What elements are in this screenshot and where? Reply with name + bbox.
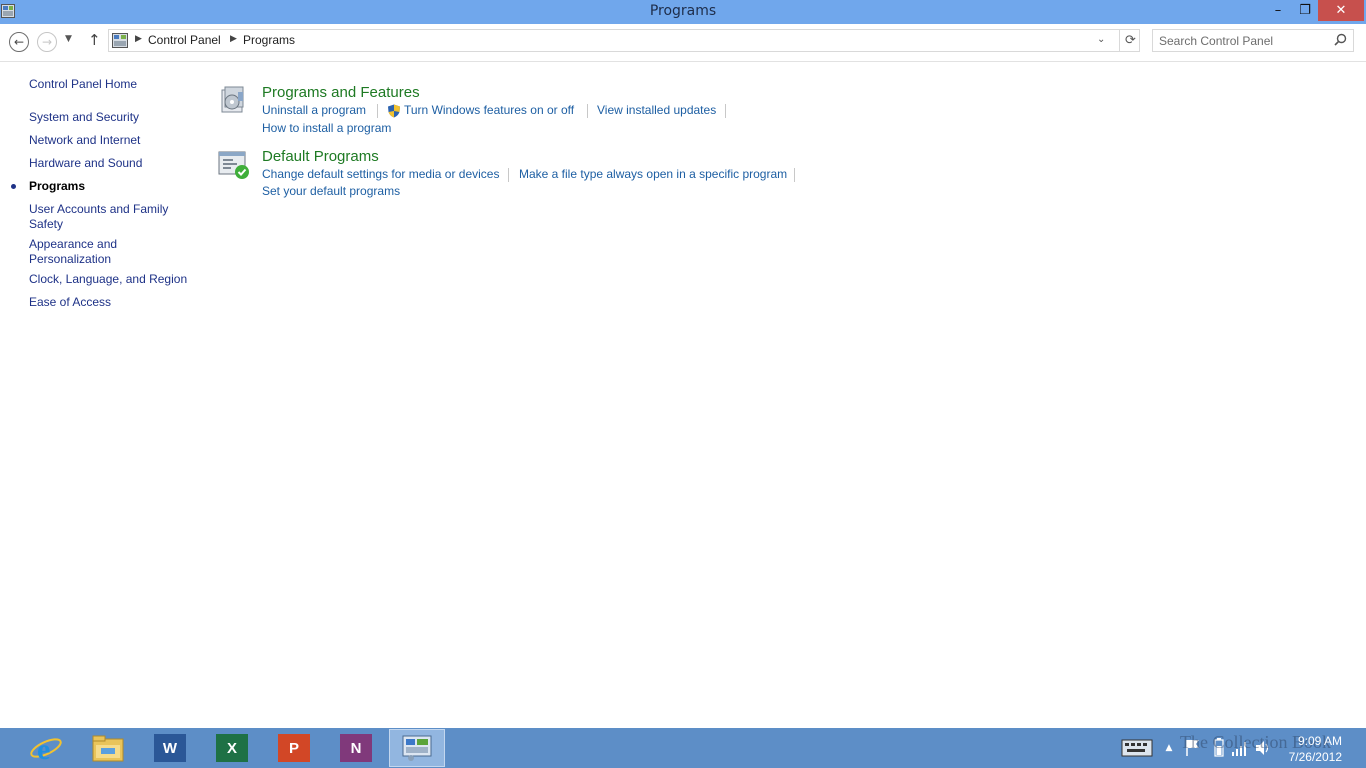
clock-date: 7/26/2012 [1288, 750, 1342, 764]
sidebar-item-clock-language-region[interactable]: Clock, Language, and Region [29, 272, 199, 287]
sidebar-item-programs: Programs [29, 179, 86, 193]
excel-icon: X [216, 734, 248, 762]
show-hidden-icons-button[interactable]: ▲ [1162, 728, 1176, 768]
address-dropdown-icon[interactable]: ⌄ [1097, 34, 1105, 45]
task-view-installed-updates[interactable]: View installed updates [597, 103, 716, 117]
sidebar-item-appearance[interactable]: Appearance and Personalization [29, 237, 139, 267]
search-box[interactable] [1152, 29, 1354, 52]
refresh-button[interactable]: ⟳ [1119, 30, 1141, 51]
word-icon: W [154, 734, 186, 762]
taskbar-word[interactable]: W [142, 729, 198, 767]
taskbar-control-panel[interactable] [389, 729, 445, 767]
search-input[interactable] [1159, 33, 1329, 49]
restore-button[interactable]: ❐ [1292, 0, 1318, 21]
taskbar: e W X P N ▲ [0, 728, 1366, 768]
back-button[interactable]: ← [9, 32, 29, 52]
taskbar-excel[interactable]: X [204, 729, 260, 767]
breadcrumb-control-panel[interactable]: Control Panel [148, 33, 221, 47]
title-bar[interactable]: Programs – ❐ ✕ [0, 0, 1366, 24]
sidebar-item-ease-of-access[interactable]: Ease of Access [29, 295, 199, 310]
sidebar-item-control-panel-home[interactable]: Control Panel Home [29, 77, 199, 92]
control-panel-icon [402, 735, 432, 761]
sidebar-item-system-and-security[interactable]: System and Security [29, 110, 199, 125]
minimize-button[interactable]: – [1264, 0, 1292, 21]
recent-locations-button[interactable]: ▼ [65, 34, 72, 44]
task-separator [508, 168, 509, 182]
search-icon[interactable] [1334, 33, 1347, 46]
navigation-bar: ← → ▼ ↑ ▶ Control Panel ▶ Programs ⌄ ⟳ [0, 24, 1366, 62]
control-panel-location-icon [112, 33, 128, 48]
window-title: Programs [649, 3, 717, 19]
forward-button[interactable]: → [37, 32, 57, 52]
programs-and-features-section: Programs and Features Uninstall a progra… [218, 84, 818, 144]
task-separator [794, 168, 795, 182]
onenote-icon: N [340, 734, 372, 762]
clock[interactable]: 9:09 AM 7/26/2012 [1282, 733, 1342, 765]
sidebar-item-hardware-and-sound[interactable]: Hardware and Sound [29, 156, 199, 171]
taskbar-powerpoint[interactable]: P [266, 729, 322, 767]
sidebar: Control Panel Home System and Security N… [0, 62, 210, 728]
task-separator [587, 104, 588, 118]
taskbar-internet-explorer[interactable]: e [18, 729, 74, 767]
address-bar[interactable]: ▶ Control Panel ▶ Programs ⌄ ⟳ [108, 29, 1140, 52]
section-title-default-programs[interactable]: Default Programs [262, 148, 379, 165]
taskbar-onenote[interactable]: N [328, 729, 384, 767]
control-panel-window: Programs – ❐ ✕ ← → ▼ ↑ ▶ Control Panel ▶… [0, 0, 1366, 728]
task-set-default-programs[interactable]: Set your default programs [262, 184, 400, 198]
svg-text:e: e [37, 733, 50, 764]
current-item-bullet [11, 184, 16, 189]
default-programs-icon[interactable] [218, 148, 250, 180]
breadcrumb-programs[interactable]: Programs [243, 33, 295, 47]
taskbar-file-explorer[interactable] [80, 729, 136, 767]
sidebar-item-network-and-internet[interactable]: Network and Internet [29, 133, 199, 148]
close-button[interactable]: ✕ [1318, 0, 1364, 21]
breadcrumb-separator-icon[interactable]: ▶ [135, 34, 142, 44]
task-separator [377, 104, 378, 118]
programs-features-icon[interactable] [218, 84, 250, 116]
section-title-programs-features[interactable]: Programs and Features [262, 84, 420, 101]
default-programs-section: Default Programs Change default settings… [218, 148, 818, 204]
task-uninstall-program[interactable]: Uninstall a program [262, 103, 366, 117]
touch-keyboard-icon[interactable] [1116, 728, 1164, 768]
file-explorer-icon [92, 735, 124, 762]
task-how-to-install[interactable]: How to install a program [262, 121, 391, 135]
task-change-default-settings[interactable]: Change default settings for media or dev… [262, 167, 499, 181]
up-button[interactable]: ↑ [88, 31, 101, 49]
task-separator [725, 104, 726, 118]
task-file-type-association[interactable]: Make a file type always open in a specif… [519, 167, 787, 181]
clock-time: 9:09 AM [1297, 734, 1342, 748]
ie-icon: e [30, 733, 62, 764]
task-windows-features[interactable]: Turn Windows features on or off [404, 103, 574, 117]
uac-shield-icon [388, 104, 400, 118]
powerpoint-icon: P [278, 734, 310, 762]
sidebar-item-user-accounts[interactable]: User Accounts and Family Safety [29, 202, 179, 232]
breadcrumb-separator-icon[interactable]: ▶ [230, 34, 237, 44]
